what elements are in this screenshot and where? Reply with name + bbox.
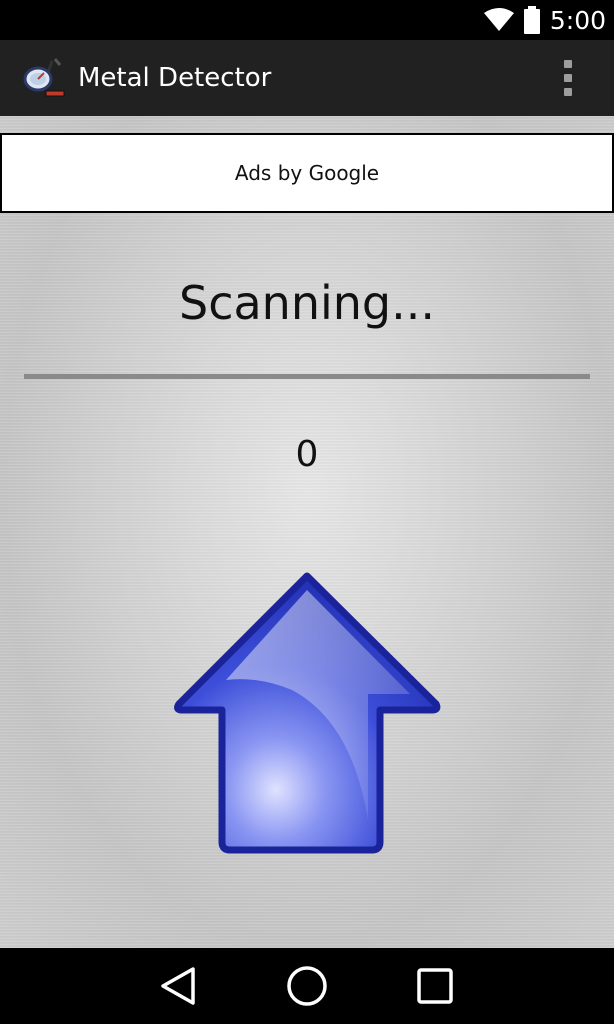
status-icons: 5:00 bbox=[483, 0, 606, 40]
status-time: 5:00 bbox=[549, 5, 606, 35]
menu-dot bbox=[564, 88, 572, 96]
home-icon[interactable] bbox=[262, 948, 352, 1024]
wifi-icon bbox=[483, 8, 514, 31]
back-icon[interactable] bbox=[133, 948, 223, 1024]
metal-detector-app-icon bbox=[22, 55, 68, 101]
scan-status: Scanning... bbox=[179, 276, 435, 330]
menu-dot bbox=[564, 60, 572, 68]
app-bar: Metal Detector bbox=[0, 40, 614, 116]
screen: 5:00 Metal Detector Ads by Google Scanni… bbox=[0, 0, 614, 1024]
status-bar: 5:00 bbox=[0, 0, 614, 40]
recents-icon[interactable] bbox=[390, 948, 480, 1024]
up-arrow-icon bbox=[174, 572, 441, 854]
battery-icon bbox=[523, 6, 540, 34]
menu-dot bbox=[564, 74, 572, 82]
navigation-bar bbox=[0, 948, 614, 1024]
divider bbox=[24, 374, 590, 379]
reading-value: 0 bbox=[295, 434, 319, 475]
app-title: Metal Detector bbox=[78, 63, 272, 93]
detector-panel: Ads by Google Scanning... 0 bbox=[0, 116, 614, 948]
overflow-menu-icon[interactable] bbox=[556, 60, 580, 96]
ad-banner[interactable]: Ads by Google bbox=[0, 133, 614, 213]
